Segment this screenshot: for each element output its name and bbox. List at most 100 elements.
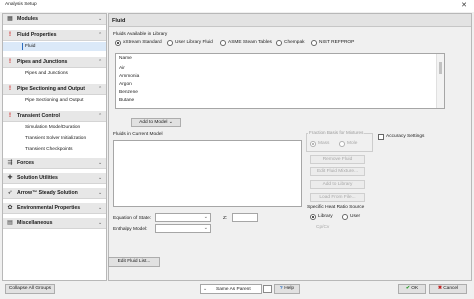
radio-mass[interactable] <box>310 141 316 147</box>
sidebar-item-pipes-and-junctions[interactable]: Pipes and Junctions <box>3 69 106 78</box>
enthalpy-model-select[interactable]: ⌄ <box>155 224 211 233</box>
cancel-icon: ✖ <box>437 286 442 291</box>
list-item[interactable]: Ammonia <box>119 74 139 79</box>
radio-label: ASME Steam Tables <box>228 40 272 45</box>
add-to-library-button[interactable]: Add to Library <box>310 180 365 189</box>
sidebar-group-pipe-sectioning-and-output[interactable]: ! Pipe Sectioning and Output ⌃ <box>3 84 106 95</box>
sidebar-group-fluid-properties[interactable]: ! Fluid Properties ⌃ <box>3 30 106 41</box>
chevron-up-icon[interactable]: ⌃ <box>98 86 102 92</box>
sidebar-group-environmental-properties[interactable]: ✿ Environmental Properties ⌄ <box>3 203 106 214</box>
sidebar-item-transient-solver-initialization[interactable]: Transient Solver Initialization <box>3 134 106 143</box>
solution-utilities-icon: ✚ <box>7 175 13 181</box>
radio-label: Chempak <box>284 40 305 45</box>
radio-mole[interactable] <box>339 141 345 147</box>
same-as-parent-select[interactable]: ⌄ Same As Parent <box>200 284 262 294</box>
list-column-header: Name <box>119 56 132 61</box>
current-model-fluid-list[interactable] <box>113 140 302 207</box>
scrollbar-thumb[interactable] <box>439 62 442 74</box>
title-bar <box>0 0 474 12</box>
copy-settings-icon[interactable] <box>263 285 272 293</box>
chevron-down-icon[interactable]: ⌄ <box>98 190 102 196</box>
chevron-down-icon: ⌄ <box>203 225 208 231</box>
edit-fluid-mixture-button[interactable]: Edit Fluid Mixture... <box>310 167 365 176</box>
chevron-down-icon[interactable]: ⌄ <box>98 16 102 22</box>
sidebar-group-label: Forces <box>17 160 35 166</box>
panel-header: Fluid <box>109 14 471 27</box>
sidebar-group-label: Pipe Sectioning and Output <box>17 86 86 92</box>
sidebar-item-pipe-sectioning-and-output[interactable]: Pipe Sectioning and Output <box>3 96 106 105</box>
radio-label: Mass <box>318 141 330 146</box>
error-icon: ! <box>9 113 11 119</box>
load-from-file-button[interactable]: Load From File... <box>310 193 365 202</box>
sidebar-item-fluid[interactable]: Fluid <box>3 42 106 51</box>
list-item[interactable]: Butane <box>119 98 134 103</box>
radio-label: xStream Standard <box>123 40 162 45</box>
chevron-down-icon[interactable]: ⌄ <box>98 205 102 211</box>
collapse-all-groups-button[interactable]: Collapse All Groups <box>5 284 55 294</box>
radio-xstream-standard[interactable] <box>115 40 121 46</box>
same-as-parent-label: Same As Parent <box>216 287 251 292</box>
add-to-model-button[interactable]: Add to Model ⌄ <box>131 118 181 127</box>
chevron-down-icon: ⌄ <box>203 214 208 220</box>
chevron-down-icon[interactable]: ⌄ <box>98 160 102 166</box>
sidebar-item-simulation-mode-duration[interactable]: Simulation Mode/Duration <box>3 123 106 132</box>
radio-label: NIST REFPROP <box>319 40 355 45</box>
chevron-up-icon[interactable]: ⌃ <box>98 32 102 38</box>
list-item[interactable]: Air <box>119 66 125 71</box>
cancel-button[interactable]: ✖ Cancel <box>429 284 467 294</box>
sidebar-group-label: Arrow™ Steady Solution <box>17 190 78 196</box>
sidebar-group-label: Transient Control <box>17 113 60 119</box>
chevron-down-icon: ⌄ <box>168 120 173 125</box>
window-title: Analysis Setup <box>5 2 37 7</box>
sidebar-group-solution-utilities[interactable]: ✚ Solution Utilities ⌄ <box>3 173 106 184</box>
sidebar-group-label: Modules <box>17 16 39 22</box>
radio-asme-steam-tables[interactable] <box>220 40 226 46</box>
sidebar-item-label: Transient Solver Initialization <box>25 135 87 141</box>
help-button[interactable]: ? Help <box>274 284 300 294</box>
chevron-up-icon[interactable]: ⌃ <box>98 59 102 65</box>
remove-fluid-button[interactable]: Remove Fluid <box>310 155 365 164</box>
sidebar-item-label: Transient Checkpoints <box>25 146 73 152</box>
sidebar-group-modules[interactable]: ▦ Modules ⌄ <box>3 14 106 25</box>
radio-chempak[interactable] <box>276 40 282 46</box>
z-label: Z: <box>223 216 228 221</box>
chevron-up-icon[interactable]: ⌃ <box>98 113 102 119</box>
chevron-down-icon[interactable]: ⌄ <box>98 220 102 226</box>
specific-heat-ratio-label: Specific Heat Ratio Source <box>307 205 365 210</box>
radio-user[interactable] <box>342 214 348 220</box>
accuracy-settings-checkbox[interactable] <box>378 134 384 140</box>
accuracy-settings-label: Accuracy Settings <box>386 134 425 139</box>
sidebar-group-label: Miscellaneous <box>17 220 53 226</box>
radio-label: User <box>350 214 361 219</box>
sidebar-group-label: Fluid Properties <box>17 32 57 38</box>
chevron-down-icon[interactable]: ⌄ <box>98 175 102 181</box>
sidebar-group-transient-control[interactable]: ! Transient Control ⌃ <box>3 111 106 122</box>
sidebar-group-label: Environmental Properties <box>17 205 81 211</box>
sidebar-group-pipes-and-junctions[interactable]: ! Pipes and Junctions ⌃ <box>3 57 106 68</box>
equation-of-state-select[interactable]: ⌄ <box>155 213 211 222</box>
page-title: Fluid <box>112 17 126 24</box>
z-input[interactable] <box>232 213 258 222</box>
enthalpy-model-label: Enthalpy Model: <box>113 227 148 232</box>
sidebar-group-steady-solution[interactable]: ➶ Arrow™ Steady Solution ⌄ <box>3 188 106 199</box>
sidebar-item-label: Pipe Sectioning and Output <box>25 97 84 103</box>
sidebar-item-transient-checkpoints[interactable]: Transient Checkpoints <box>3 145 106 154</box>
radio-user-library-fluid[interactable] <box>167 40 173 46</box>
check-icon: ✔ <box>405 286 410 291</box>
radio-library[interactable] <box>310 214 316 220</box>
window-close-icon[interactable]: ✕ <box>458 1 470 11</box>
sidebar-item-label: Pipes and Junctions <box>25 70 68 76</box>
library-fluid-list[interactable]: Name Air Ammonia Argon Benzene Butane <box>115 53 445 109</box>
list-item[interactable]: Benzene <box>119 90 138 95</box>
radio-label: User Library Fluid <box>175 40 213 45</box>
sidebar-group-forces[interactable]: ⇶ Forces ⌄ <box>3 158 106 169</box>
list-item[interactable]: Argon <box>119 82 132 87</box>
radio-nist-refprop[interactable] <box>311 40 317 46</box>
current-model-label: Fluids in Current Model <box>113 132 163 137</box>
edit-fluid-list-button[interactable]: Edit Fluid List... <box>108 257 160 267</box>
sidebar-group-miscellaneous[interactable]: ▤ Miscellaneous ⌄ <box>3 218 106 229</box>
ok-button[interactable]: ✔ OK <box>398 284 426 294</box>
vertical-scrollbar[interactable] <box>436 54 444 108</box>
fraction-basis-label: Fraction Basis for Mixtures <box>308 130 365 135</box>
forces-icon: ⇶ <box>7 160 13 166</box>
